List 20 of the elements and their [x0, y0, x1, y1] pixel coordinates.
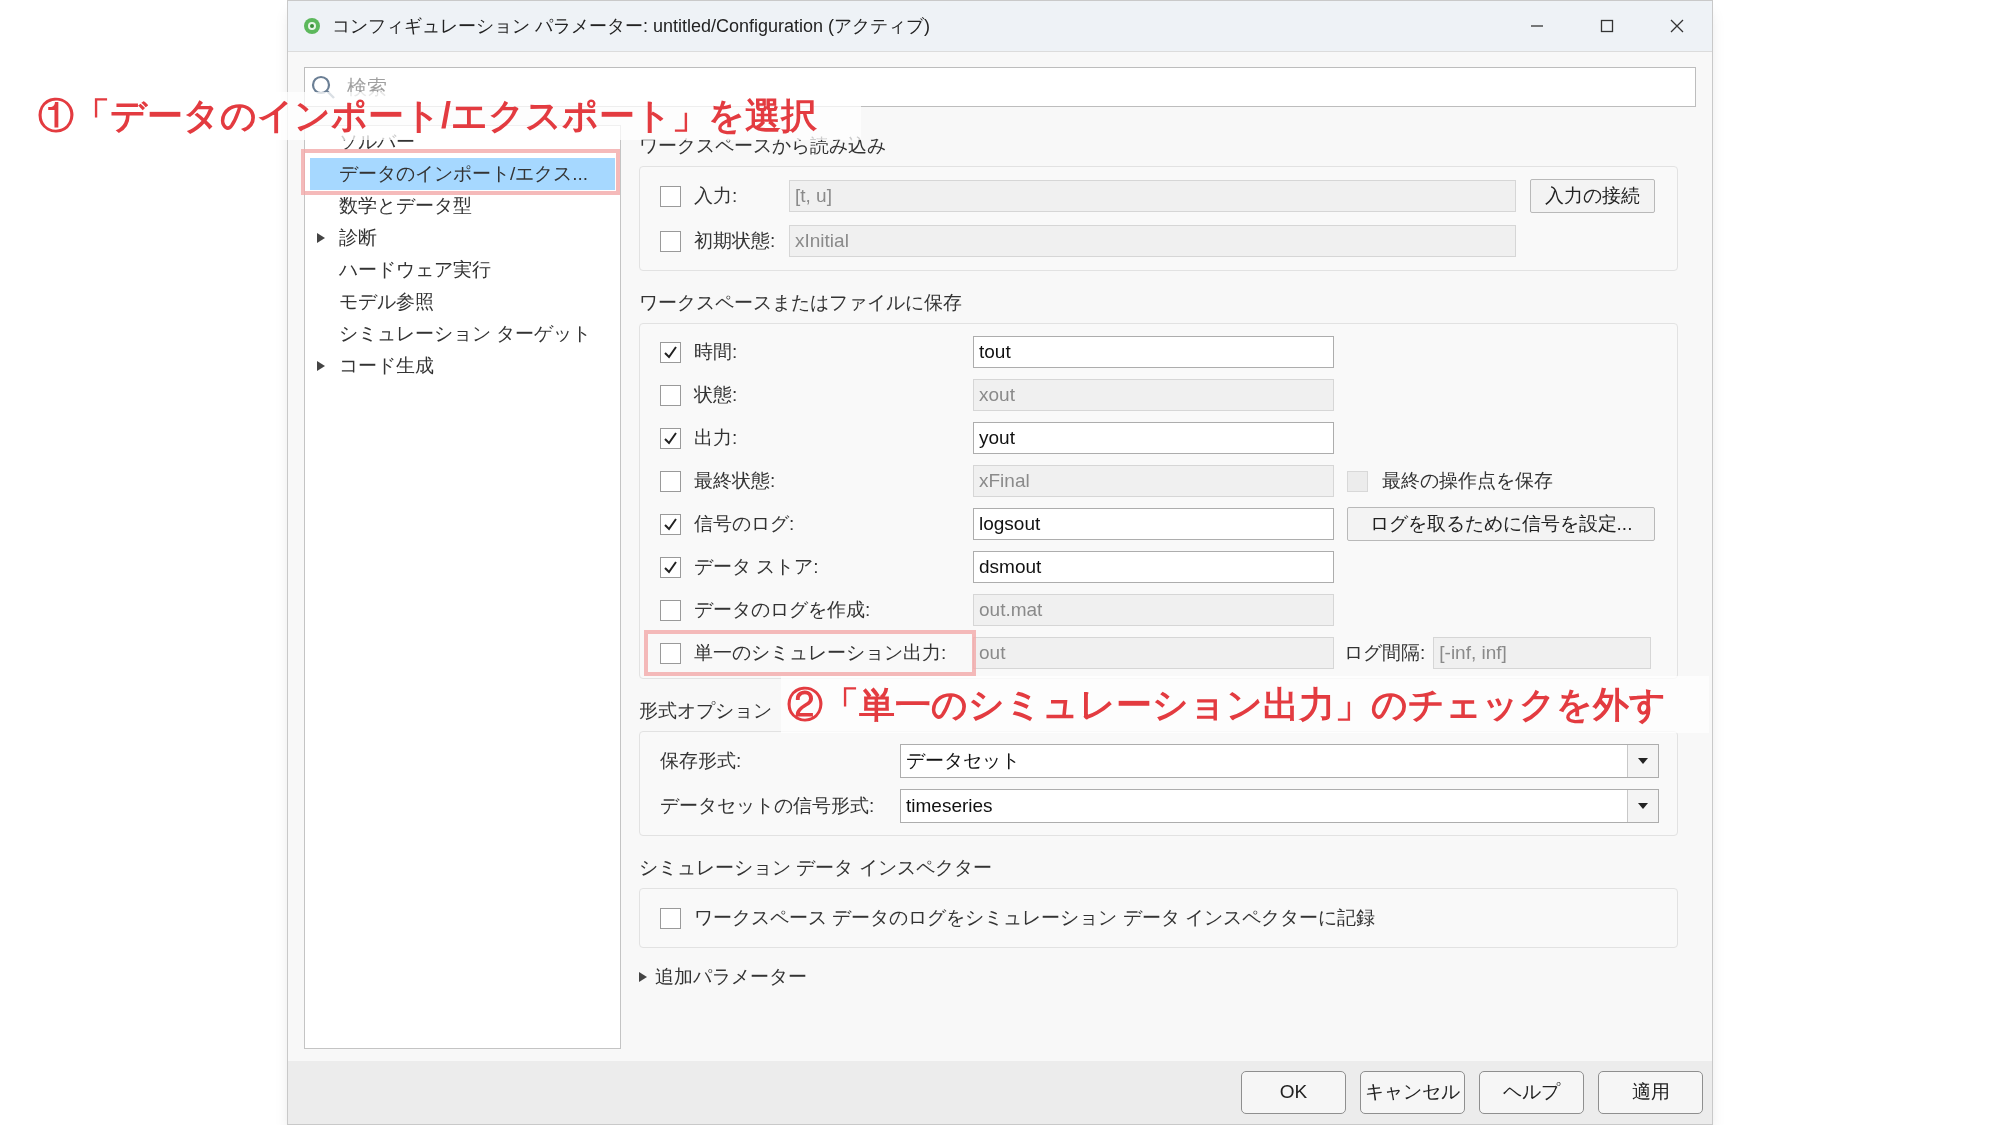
- field-label: データセットの信号形式:: [660, 793, 876, 818]
- field-label: 保存形式:: [660, 748, 743, 773]
- checkbox-label: 出力:: [694, 425, 738, 450]
- section-heading: ワークスペースまたはファイルに保存: [639, 291, 962, 315]
- checkbox-label: 時間:: [694, 339, 738, 364]
- section-heading: シミュレーション データ インスペクター: [639, 856, 992, 880]
- section-heading: 形式オプション: [639, 699, 772, 723]
- checkbox-label: 信号のログ:: [694, 511, 795, 536]
- checkbox-label: 最終の操作点を保存: [1382, 468, 1553, 493]
- checkbox-label: データ ストア:: [694, 554, 819, 579]
- checkbox-label: 状態:: [694, 382, 738, 407]
- checkbox-label: 最終状態:: [694, 468, 776, 493]
- window-title: コンフィギュレーション パラメーター: untitled/Configuration (アクティブ): [332, 14, 931, 38]
- checkbox-label: データのログを作成:: [694, 597, 871, 622]
- checkbox-label: 初期状態:: [694, 228, 776, 253]
- field-label: ログ間隔:: [1344, 640, 1426, 665]
- annotation-tooltip: ②「単一のシミュレーション出力」のチェックを外す: [781, 676, 1709, 733]
- checkbox-label: 単一のシミュレーション出力:: [694, 640, 947, 665]
- checkbox-label: ワークスペース データのログをシミュレーション データ インスペクターに記録: [694, 905, 1375, 930]
- checkbox-label: 入力:: [694, 183, 738, 208]
